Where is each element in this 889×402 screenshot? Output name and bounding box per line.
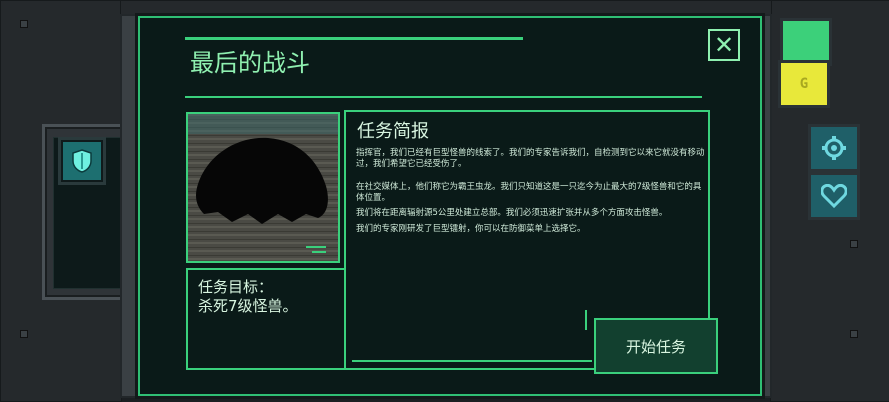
rivet	[20, 330, 28, 338]
accent-line	[352, 360, 592, 362]
monster-image	[186, 112, 340, 263]
mission-goal-panel: 任务目标： 杀死7级怪兽。	[186, 268, 350, 370]
start-mission-button[interactable]: 开始任务	[594, 318, 718, 374]
dialog-title: 最后的战斗	[190, 49, 310, 77]
briefing-paragraph: 在社交媒体上，他们称它为霸王虫龙。我们只知道这是一只迄今为止最大的7级怪兽和它的…	[356, 182, 702, 203]
monster-silhouette	[188, 114, 338, 261]
divider	[185, 96, 702, 98]
close-button[interactable]: ✕	[708, 29, 740, 61]
briefing-paragraph: 指挥官，我们已经有巨型怪兽的线索了。我们的专家告诉我们，自检测到它以来它就没有移…	[356, 148, 705, 169]
accent-line	[585, 310, 587, 330]
briefing-paragraph: 我们将在距离辐射源5公里处建立总部。我们必须迅速扩张并从多个方面攻击怪兽。	[356, 208, 668, 218]
rivet	[20, 20, 28, 28]
settings-button[interactable]	[808, 124, 860, 172]
shield-icon	[72, 149, 92, 173]
gear-icon	[822, 136, 846, 160]
gold-button[interactable]: G	[778, 60, 830, 108]
health-button[interactable]	[808, 172, 860, 220]
heart-icon	[821, 184, 847, 208]
rivet	[850, 330, 858, 338]
mission-goal-text: 任务目标： 杀死7级怪兽。	[198, 278, 298, 315]
gold-coin-icon: G	[799, 76, 809, 92]
close-icon: ✕	[713, 31, 735, 59]
divider	[185, 37, 523, 40]
rivet	[850, 240, 858, 248]
shield-button[interactable]	[58, 137, 106, 185]
briefing-title: 任务简报	[357, 121, 429, 142]
briefing-paragraph: 我们的专家刚研发了巨型镭射，你可以在防御菜单上选择它。	[356, 224, 586, 234]
green-button[interactable]	[780, 18, 832, 66]
